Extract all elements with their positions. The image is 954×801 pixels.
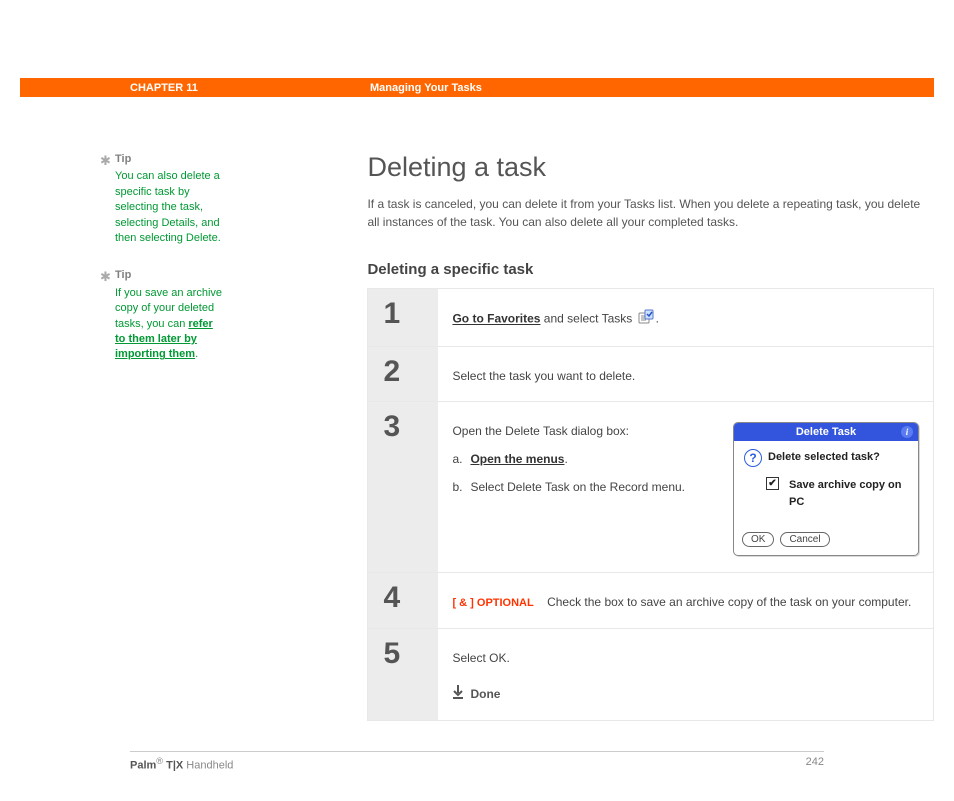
main-content: Deleting a task If a task is canceled, y…: [242, 152, 934, 721]
sub-step-letter: a.: [452, 450, 462, 468]
question-icon: ?: [744, 449, 762, 467]
product-name: Palm® T|X Handheld: [130, 756, 233, 772]
tip-label: Tip: [115, 153, 131, 165]
dialog-prompt: Delete selected task?: [768, 449, 880, 466]
dialog-prompt-row: ? Delete selected task?: [744, 449, 908, 467]
info-icon: i: [901, 426, 913, 438]
tasks-icon: [638, 309, 654, 330]
content-area: ✱ Tip You can also delete a specific tas…: [20, 152, 934, 721]
dialog-titlebar: Delete Task i: [734, 423, 918, 441]
registered-mark: ®: [156, 756, 163, 766]
sub-step: a. Open the menus.: [452, 450, 719, 468]
done-row: Done: [452, 685, 919, 704]
optional-tag: [ & ] OPTIONAL: [452, 597, 533, 609]
done-arrow-icon: [452, 685, 464, 704]
step-number-cell: 2: [368, 347, 438, 401]
step-row: 4 [ & ] OPTIONAL Check the box to save a…: [368, 573, 933, 629]
step-text: Open the Delete Task dialog box: a. Open…: [452, 422, 719, 556]
step-text: Select OK. Done: [452, 649, 919, 704]
sub-step-list: a. Open the menus. b. Select Delete Task…: [452, 450, 719, 496]
step-body: Select OK. Done: [438, 629, 933, 720]
dialog-title: Delete Task: [796, 424, 856, 441]
step-body: Select the task you want to delete.: [438, 347, 933, 401]
delete-task-dialog: Delete Task i ? Delete selected task?: [733, 422, 919, 556]
sub-step: b. Select Delete Task on the Record menu…: [452, 478, 719, 496]
step-body: Open the Delete Task dialog box: a. Open…: [438, 402, 933, 572]
step-lead: Open the Delete Task dialog box:: [452, 424, 629, 438]
sub-step-text: Select Delete Task on the Record menu.: [470, 480, 685, 494]
step-row: 5 Select OK. Done: [368, 629, 933, 721]
step-body: Go to Favorites and select Tasks: [438, 289, 933, 346]
step-text-fragment: and select Tasks: [540, 312, 635, 326]
page-number: 242: [806, 756, 824, 772]
dialog-screenshot: Delete Task i ? Delete selected task?: [733, 422, 919, 556]
sub-step-letter: b.: [452, 478, 462, 496]
tip-block: ✱ Tip You can also delete a specific tas…: [115, 152, 222, 246]
step-period: .: [656, 312, 659, 326]
step-number-cell: 1: [368, 289, 438, 346]
tip-star-icon: ✱: [100, 268, 111, 286]
done-label: Done: [470, 685, 500, 703]
step-text-fragment: Check the box to save an archive copy of…: [547, 595, 911, 609]
step-row: 1 Go to Favorites and select Tasks: [368, 289, 933, 347]
step-body: [ & ] OPTIONAL Check the box to save an …: [438, 573, 933, 628]
intro-text: If a task is canceled, you can delete it…: [367, 195, 934, 231]
chapter-banner: CHAPTER 11 Managing Your Tasks: [20, 78, 934, 97]
step-text: [ & ] OPTIONAL Check the box to save an …: [452, 593, 919, 612]
checkbox-label: Save archive copy on PC: [789, 477, 908, 510]
checkbox-icon: ✔: [766, 477, 779, 490]
step-number-cell: 5: [368, 629, 438, 720]
document-page: CHAPTER 11 Managing Your Tasks ✱ Tip You…: [0, 0, 954, 801]
ok-button: OK: [742, 532, 774, 547]
sidebar: ✱ Tip You can also delete a specific tas…: [20, 152, 242, 385]
tip-text-after: .: [195, 348, 198, 360]
tip-block: ✱ Tip If you save an archive copy of you…: [115, 268, 222, 362]
dialog-buttons: OK Cancel: [734, 528, 918, 555]
cancel-button: Cancel: [780, 532, 829, 547]
step-row: 3 Open the Delete Task dialog box: a. Op…: [368, 402, 933, 573]
step-number: 4: [383, 583, 400, 613]
step-number-cell: 3: [368, 402, 438, 572]
sub-step-after: .: [564, 452, 567, 466]
product-model: T|X: [163, 759, 186, 771]
dialog-checkbox-row: ✔ Save archive copy on PC: [744, 477, 908, 510]
page-title: Deleting a task: [367, 152, 934, 183]
tip-body: If you save an archive copy of your dele…: [115, 286, 222, 363]
step-number: 1: [383, 299, 400, 329]
chapter-label: CHAPTER 11: [20, 82, 245, 94]
steps-table: 1 Go to Favorites and select Tasks: [367, 288, 934, 721]
page-footer: Palm® T|X Handheld 242: [130, 751, 824, 772]
tip-body: You can also delete a specific task by s…: [115, 169, 222, 246]
step-number: 5: [383, 639, 400, 669]
step-text: Go to Favorites and select Tasks: [452, 309, 919, 330]
favorites-link[interactable]: Go to Favorites: [452, 312, 540, 326]
step-number: 2: [383, 357, 400, 387]
subheading: Deleting a specific task: [367, 261, 934, 278]
step-text-fragment: Select OK.: [452, 651, 509, 665]
section-title: Managing Your Tasks: [245, 82, 482, 94]
step-number-cell: 4: [368, 573, 438, 628]
step-number: 3: [383, 412, 400, 442]
tip-star-icon: ✱: [100, 152, 111, 170]
product-rest: Handheld: [186, 759, 233, 771]
tip-label: Tip: [115, 269, 131, 281]
dialog-body: ? Delete selected task? ✔ Save archive c…: [734, 441, 918, 528]
open-menus-link[interactable]: Open the menus: [470, 452, 564, 466]
step-text: Select the task you want to delete.: [452, 367, 919, 385]
product-bold: Palm: [130, 759, 156, 771]
step-row: 2 Select the task you want to delete.: [368, 347, 933, 402]
